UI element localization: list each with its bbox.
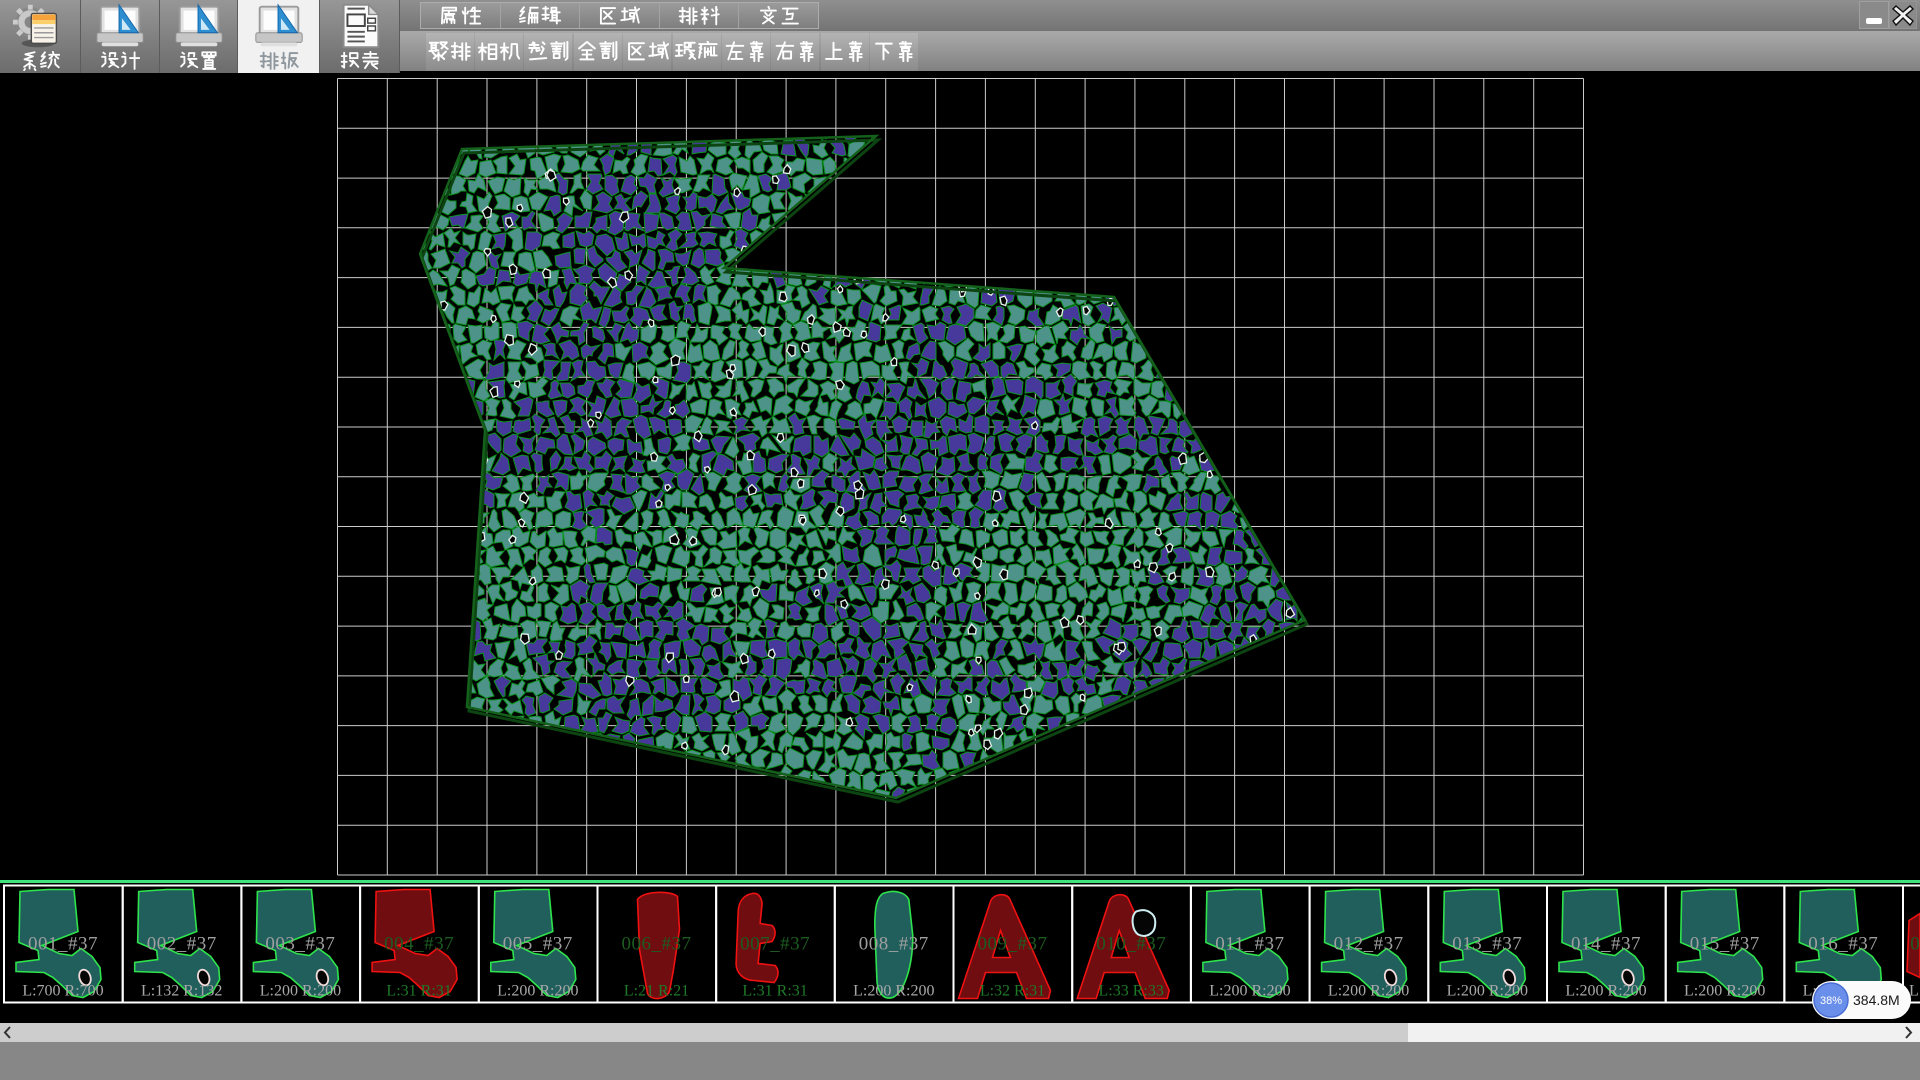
- svg-text:L:200 R:200: L:200 R:200: [1328, 983, 1409, 1000]
- svg-text:L:32 R:31: L:32 R:31: [980, 983, 1045, 1000]
- svg-text:L:200 R:200: L:200 R:200: [1565, 983, 1646, 1000]
- svg-text:006_#37: 006_#37: [622, 934, 692, 955]
- svg-text:L:200 R:200: L:200 R:200: [497, 983, 578, 1000]
- svg-text:L:31 R:31: L:31 R:31: [386, 983, 451, 1000]
- svg-text:L:200 R:200: L:200 R:200: [853, 983, 934, 1000]
- svg-text:003_#37: 003_#37: [265, 934, 335, 955]
- svg-text:L:200 R:200: L:200 R:200: [260, 983, 341, 1000]
- svg-text:005_#37: 005_#37: [503, 934, 573, 955]
- svg-text:013_#37: 013_#37: [1452, 934, 1522, 955]
- svg-text:L:132 R:132: L:132 R:132: [141, 983, 222, 1000]
- svg-text:L:700 R:700: L:700 R:700: [22, 983, 103, 1000]
- svg-text:008_#37: 008_#37: [859, 934, 929, 955]
- svg-text:001_#37: 001_#37: [28, 934, 98, 955]
- svg-text:38%: 38%: [1820, 995, 1842, 1007]
- svg-text:015_#37: 015_#37: [1690, 934, 1760, 955]
- svg-text:011_#37: 011_#37: [1215, 934, 1284, 955]
- svg-text:010_#37: 010_#37: [1096, 934, 1166, 955]
- svg-text:007_#37: 007_#37: [740, 934, 810, 955]
- svg-text:384.8M: 384.8M: [1853, 992, 1900, 1008]
- svg-text:L:200 R:200: L:200 R:200: [1447, 983, 1528, 1000]
- svg-text:0: 0: [1910, 934, 1920, 955]
- svg-text:L:31 R:31: L:31 R:31: [742, 983, 807, 1000]
- svg-text:L:200 R:200: L:200 R:200: [1684, 983, 1765, 1000]
- svg-text:016_#37: 016_#37: [1808, 934, 1878, 955]
- svg-text:014_#37: 014_#37: [1571, 934, 1641, 955]
- svg-text:L:21 R:21: L:21 R:21: [624, 983, 689, 1000]
- svg-text:002_#37: 002_#37: [147, 934, 217, 955]
- svg-text:L:33 R:33: L:33 R:33: [1099, 983, 1164, 1000]
- svg-text:012_#37: 012_#37: [1334, 934, 1404, 955]
- svg-text:009_#37: 009_#37: [978, 934, 1048, 955]
- svg-text:004_#37: 004_#37: [384, 934, 454, 955]
- svg-text:L:200 R:200: L:200 R:200: [1209, 983, 1290, 1000]
